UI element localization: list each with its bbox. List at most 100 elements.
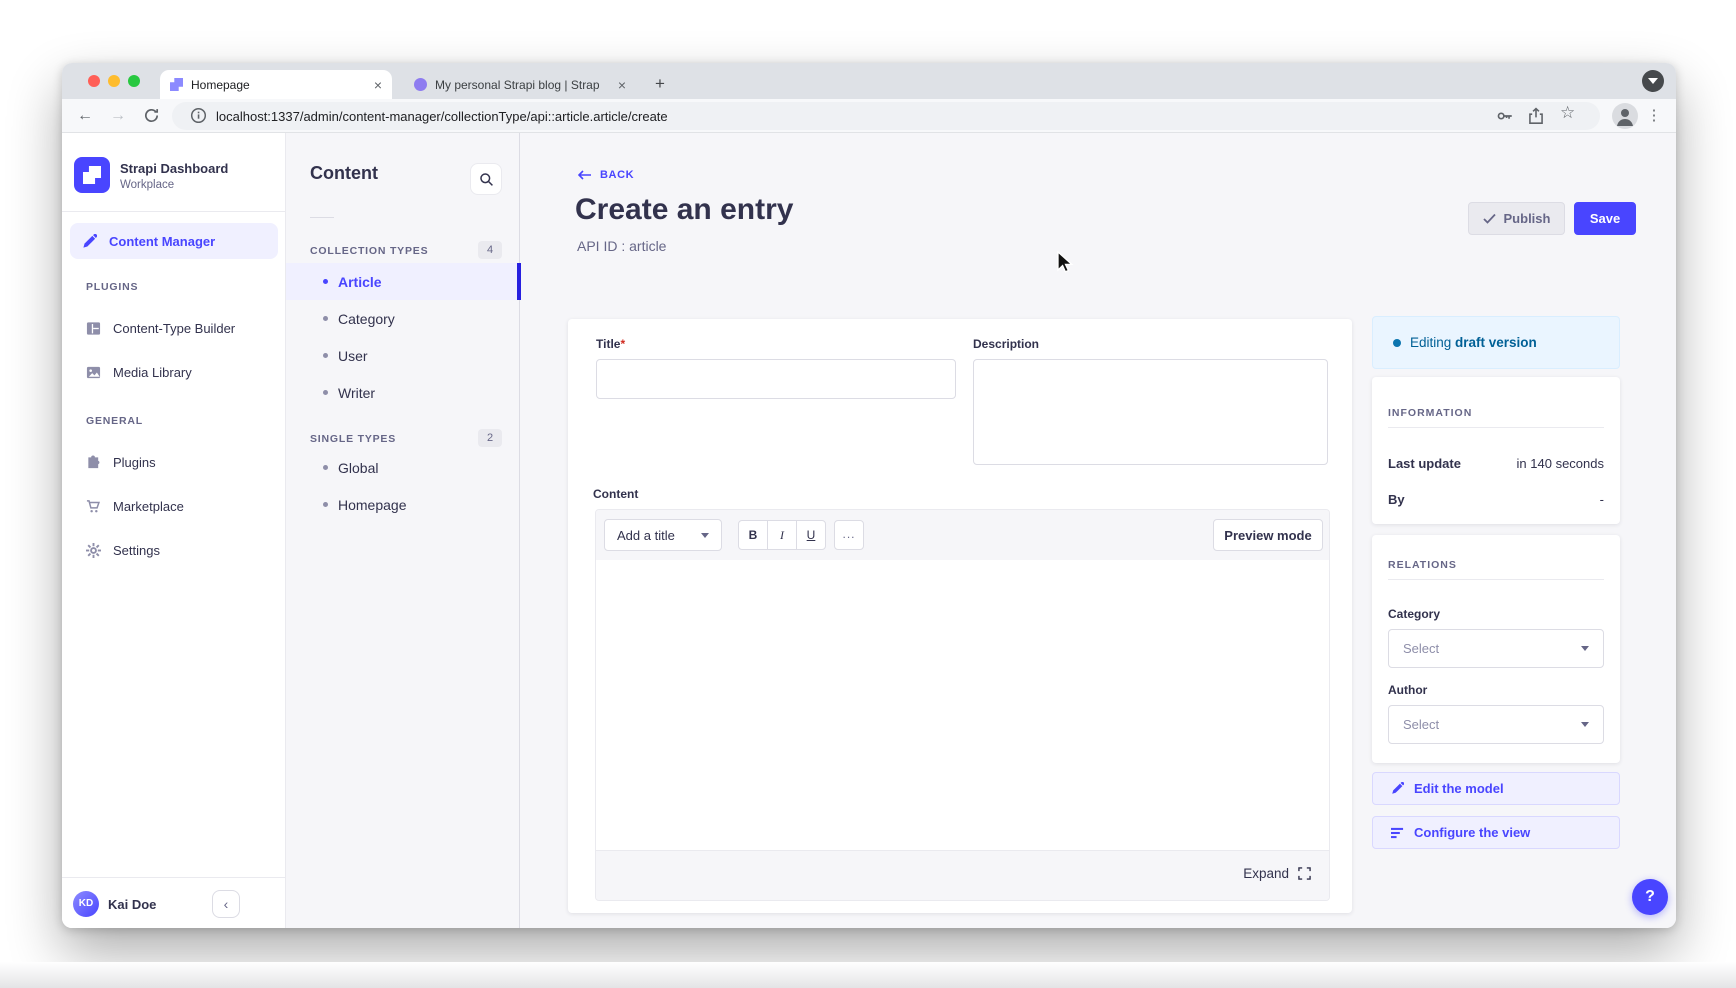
subnav-item-user[interactable]: User xyxy=(286,337,520,374)
back-button[interactable]: ← xyxy=(72,103,98,129)
traffic-light-minimize[interactable] xyxy=(108,75,120,87)
subnav-item-label: User xyxy=(338,348,368,364)
category-select[interactable]: Select xyxy=(1388,629,1604,668)
strapi-favicon-icon xyxy=(170,78,183,91)
more-formats-button[interactable]: ... xyxy=(834,520,864,550)
subnav-item-category[interactable]: Category xyxy=(286,300,520,337)
sidebar-item-content-type-builder[interactable]: Content-Type Builder xyxy=(62,310,286,346)
page-title: Create an entry xyxy=(575,193,793,227)
entry-form-card: Title* Description Content Add a title B… xyxy=(568,319,1352,913)
heading-select-value: Add a title xyxy=(617,528,675,543)
share-icon[interactable] xyxy=(1527,107,1545,125)
underline-button[interactable]: U xyxy=(797,521,825,549)
draft-status-banner: Editing draft version xyxy=(1372,316,1620,369)
new-tab-button[interactable]: + xyxy=(647,71,673,97)
brand-workspace: Workplace xyxy=(120,179,174,191)
publish-button[interactable]: Publish xyxy=(1468,202,1565,235)
title-input[interactable] xyxy=(596,359,956,399)
traffic-light-close[interactable] xyxy=(88,75,100,87)
italic-button[interactable]: I xyxy=(768,521,797,549)
subnav-item-homepage[interactable]: Homepage xyxy=(286,486,520,523)
sidebar-divider xyxy=(62,211,285,212)
help-button[interactable]: ? xyxy=(1632,879,1668,915)
required-asterisk: * xyxy=(620,337,625,351)
content-subnav: Content COLLECTION TYPES 4 Article Categ… xyxy=(286,133,520,928)
tab-close-icon[interactable]: × xyxy=(618,78,626,92)
heading-select[interactable]: Add a title xyxy=(604,519,722,551)
configure-view-button[interactable]: Configure the view xyxy=(1372,816,1620,849)
by-value: - xyxy=(1600,492,1604,507)
tab-homepage[interactable]: Homepage × xyxy=(160,70,392,99)
configure-view-label: Configure the view xyxy=(1414,825,1530,840)
bullet-icon xyxy=(323,353,328,358)
brand-name: Strapi Dashboard xyxy=(120,161,228,176)
url-text: localhost:1337/admin/content-manager/col… xyxy=(216,109,668,124)
sidebar-item-label: Content Manager xyxy=(109,234,215,249)
bullet-icon xyxy=(323,390,328,395)
api-id-subtitle: API ID : article xyxy=(577,238,666,254)
browser-toolbar: ← → localhost:1337/admin/content-manager… xyxy=(62,99,1676,133)
key-icon[interactable] xyxy=(1496,107,1514,125)
strapi-logo-icon[interactable] xyxy=(74,157,110,193)
subnav-item-label: Homepage xyxy=(338,497,407,513)
subnav-item-label: Global xyxy=(338,460,378,476)
collection-types-count-badge: 4 xyxy=(478,241,502,259)
subnav-item-article[interactable]: Article xyxy=(286,263,520,300)
sidebar-item-content-manager[interactable]: Content Manager xyxy=(70,223,278,259)
save-label: Save xyxy=(1590,211,1620,226)
subnav-item-label: Category xyxy=(338,311,395,327)
expand-button[interactable]: Expand xyxy=(1243,866,1311,881)
sidebar-item-media-library[interactable]: Media Library xyxy=(62,354,286,390)
back-label: BACK xyxy=(600,169,634,181)
description-textarea[interactable] xyxy=(973,359,1328,465)
sidebar-item-settings[interactable]: Settings xyxy=(62,532,286,568)
traffic-light-zoom[interactable] xyxy=(128,75,140,87)
sidebar-item-label: Settings xyxy=(113,543,160,558)
bullet-icon xyxy=(323,502,328,507)
editor-text-area[interactable] xyxy=(596,560,1329,850)
back-link[interactable]: BACK xyxy=(578,169,634,181)
tab-close-icon[interactable]: × xyxy=(374,78,382,92)
gear-icon xyxy=(86,543,101,558)
browser-menu-kebab-icon[interactable]: ⋮ xyxy=(1646,103,1662,129)
subnav-item-global[interactable]: Global xyxy=(286,449,520,486)
collapse-sidebar-button[interactable]: ‹ xyxy=(212,890,240,918)
expand-icon xyxy=(1298,867,1311,880)
author-select[interactable]: Select xyxy=(1388,705,1604,744)
pen-icon xyxy=(82,234,97,249)
bookmark-star-icon[interactable]: ☆ xyxy=(1560,103,1578,121)
save-button[interactable]: Save xyxy=(1574,202,1636,235)
sidebar-item-label: Content-Type Builder xyxy=(113,321,235,336)
address-bar[interactable]: localhost:1337/admin/content-manager/col… xyxy=(172,102,1600,130)
user-avatar: KD xyxy=(73,891,99,917)
content-field-label: Content xyxy=(593,487,638,501)
editor-footer: Expand xyxy=(596,850,1329,900)
reload-icon[interactable] xyxy=(138,103,164,129)
subnav-item-label: Writer xyxy=(338,385,375,401)
subnav-item-writer[interactable]: Writer xyxy=(286,374,520,411)
main-content: BACK Create an entry API ID : article Pu… xyxy=(520,133,1676,928)
search-button[interactable] xyxy=(470,163,502,195)
subnav-title: Content xyxy=(310,163,378,184)
check-icon xyxy=(1483,213,1496,224)
search-icon xyxy=(479,172,494,187)
bold-button[interactable]: B xyxy=(739,521,768,549)
tab-title: Homepage xyxy=(191,78,366,92)
tab-blog[interactable]: My personal Strapi blog | Strap × xyxy=(404,70,636,99)
sidebar-item-plugins[interactable]: Plugins xyxy=(62,444,286,480)
preview-mode-button[interactable]: Preview mode xyxy=(1213,519,1323,551)
subnav-divider xyxy=(310,217,334,218)
tab-search-chevron-icon[interactable] xyxy=(1642,70,1664,92)
information-divider xyxy=(1388,427,1604,428)
cart-icon xyxy=(86,499,101,514)
main-sidebar: Strapi Dashboard Workplace Content Manag… xyxy=(62,133,286,928)
format-button-group: B I U xyxy=(738,520,826,550)
author-label: Author xyxy=(1388,683,1427,697)
last-update-value: in 140 seconds xyxy=(1517,456,1604,471)
sidebar-item-marketplace[interactable]: Marketplace xyxy=(62,488,286,524)
forward-button[interactable]: → xyxy=(105,103,131,129)
browser-profile-avatar[interactable] xyxy=(1612,103,1638,129)
configure-lines-icon xyxy=(1391,827,1404,839)
edit-model-button[interactable]: Edit the model xyxy=(1372,772,1620,805)
site-info-icon[interactable] xyxy=(190,107,208,125)
